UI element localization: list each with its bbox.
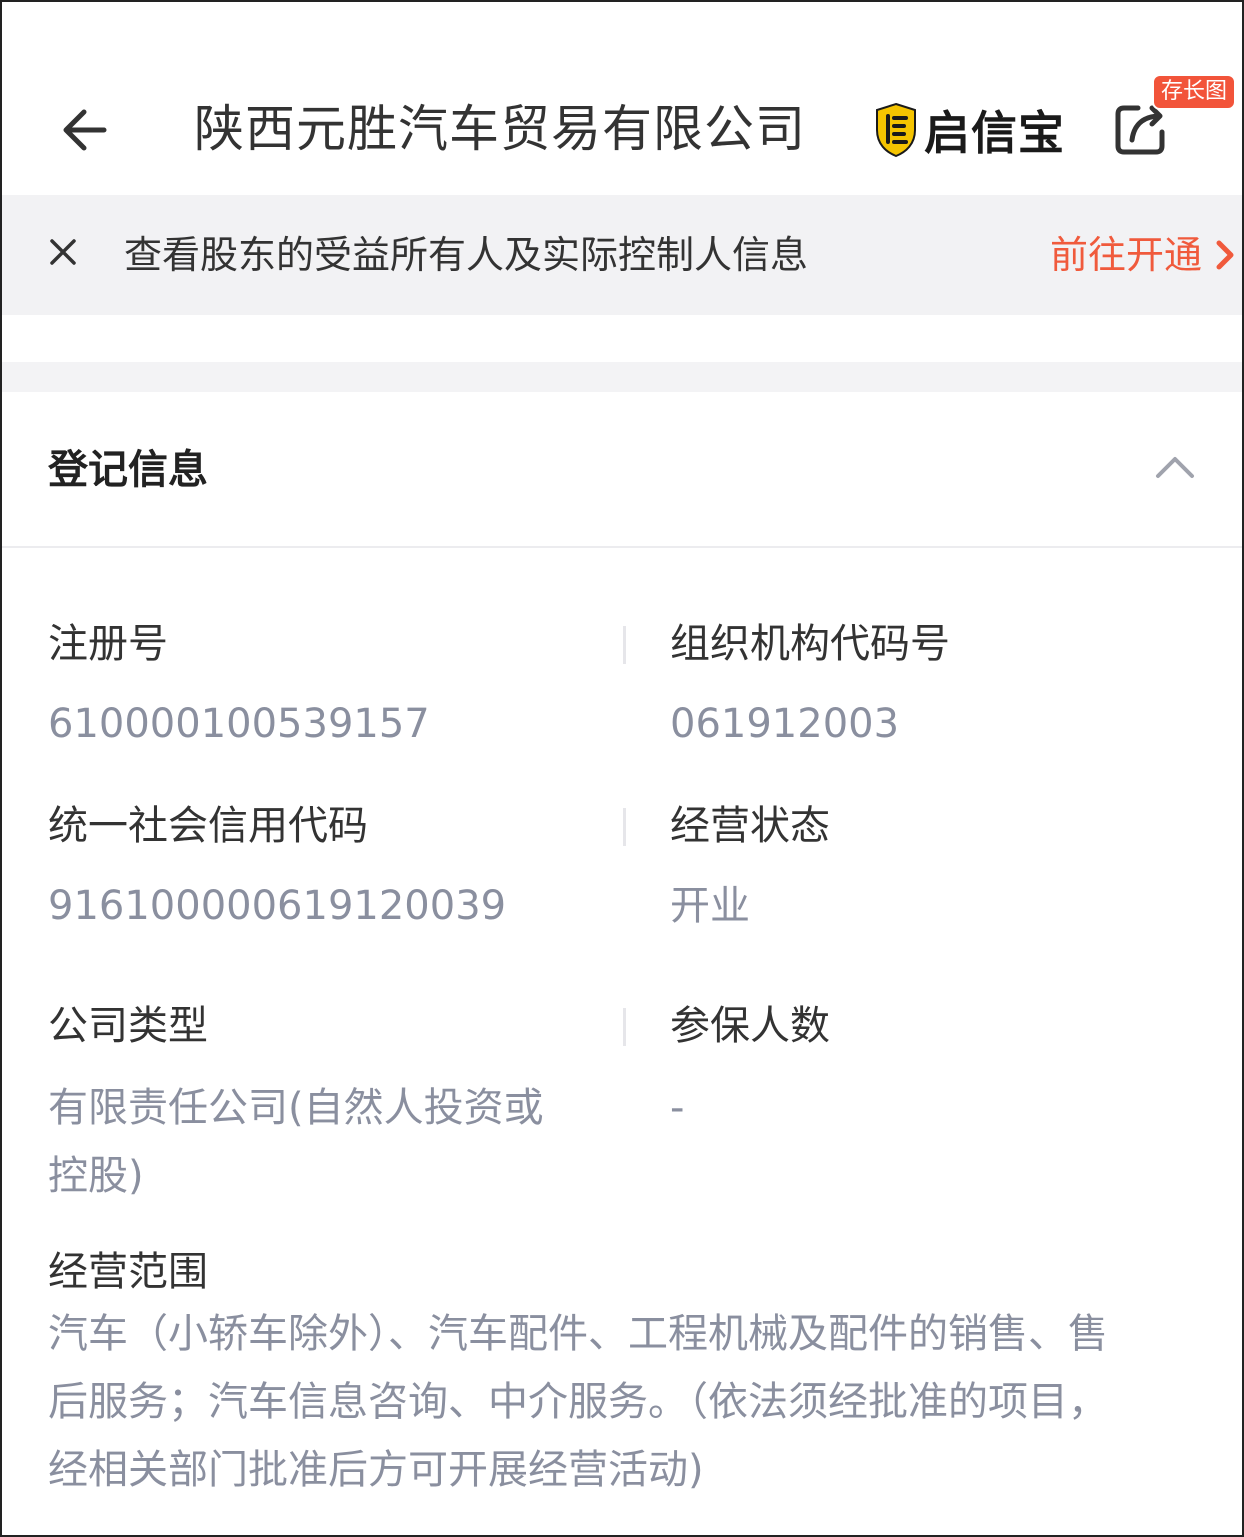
insured-count-label: 参保人数 <box>670 1003 830 1049</box>
screen: 陕西元胜汽车贸易有限公司 启信宝 存长图 查看股东的受益所有人及实际控制人信息 … <box>0 0 1244 1537</box>
reg-no-value: 610000100539157 <box>48 701 430 747</box>
status-label: 经营状态 <box>670 803 830 849</box>
open-service-link[interactable]: 前往开通 <box>1050 228 1236 282</box>
business-scope-value: 汽车（小轿车除外）、汽车配件、工程机械及配件的销售、售 后服务；汽车信息咨询、中… <box>48 1300 1208 1504</box>
business-scope-line: 经相关部门批准后方可开展经营活动) <box>48 1447 704 1493</box>
org-code-value: 061912003 <box>670 701 900 747</box>
registration-info-header[interactable]: 登记信息 <box>2 392 1242 548</box>
save-long-image-badge[interactable]: 存长图 <box>1152 74 1237 110</box>
section-divider <box>2 362 1242 392</box>
shield-logo-icon <box>876 102 916 158</box>
chevron-right-icon <box>1216 240 1234 270</box>
close-icon[interactable] <box>46 235 80 269</box>
field-divider <box>623 626 626 664</box>
company-type-value: 有限责任公司(自然人投资或 控股) <box>48 1074 544 1210</box>
field-divider <box>623 808 626 846</box>
back-arrow-icon[interactable] <box>54 98 118 162</box>
insured-count-value: - <box>670 1085 685 1131</box>
section-title: 登记信息 <box>48 447 208 493</box>
reg-no-label: 注册号 <box>48 621 168 667</box>
chevron-up-icon <box>1156 457 1194 478</box>
promo-banner-text: 查看股东的受益所有人及实际控制人信息 <box>124 233 809 277</box>
status-value: 开业 <box>670 883 750 929</box>
brand-name: 启信宝 <box>924 106 1065 160</box>
credit-code-value: 91610000061912003​9 <box>48 883 507 929</box>
company-title: 陕西元胜汽车贸易有限公司 <box>194 100 806 158</box>
org-code-label: 组织机构代码号 <box>670 621 950 667</box>
business-scope-label: 经营范围 <box>48 1249 208 1295</box>
open-service-label: 前往开通 <box>1050 233 1203 277</box>
field-divider <box>623 1008 626 1046</box>
company-type-line: 有限责任公司(自然人投资或 <box>48 1085 544 1131</box>
company-type-line: 控股) <box>48 1153 144 1199</box>
top-bar: 陕西元胜汽车贸易有限公司 启信宝 存长图 <box>2 2 1242 195</box>
company-type-label: 公司类型 <box>48 1003 208 1049</box>
brand-logo: 启信宝 <box>874 100 1065 160</box>
business-scope-line: 汽车（小轿车除外）、汽车配件、工程机械及配件的销售、售 <box>48 1311 1108 1357</box>
business-scope-line: 后服务；汽车信息咨询、中介服务。（依法须经批准的项目， <box>48 1379 1108 1425</box>
credit-code-label: 统一社会信用代码 <box>48 803 368 849</box>
